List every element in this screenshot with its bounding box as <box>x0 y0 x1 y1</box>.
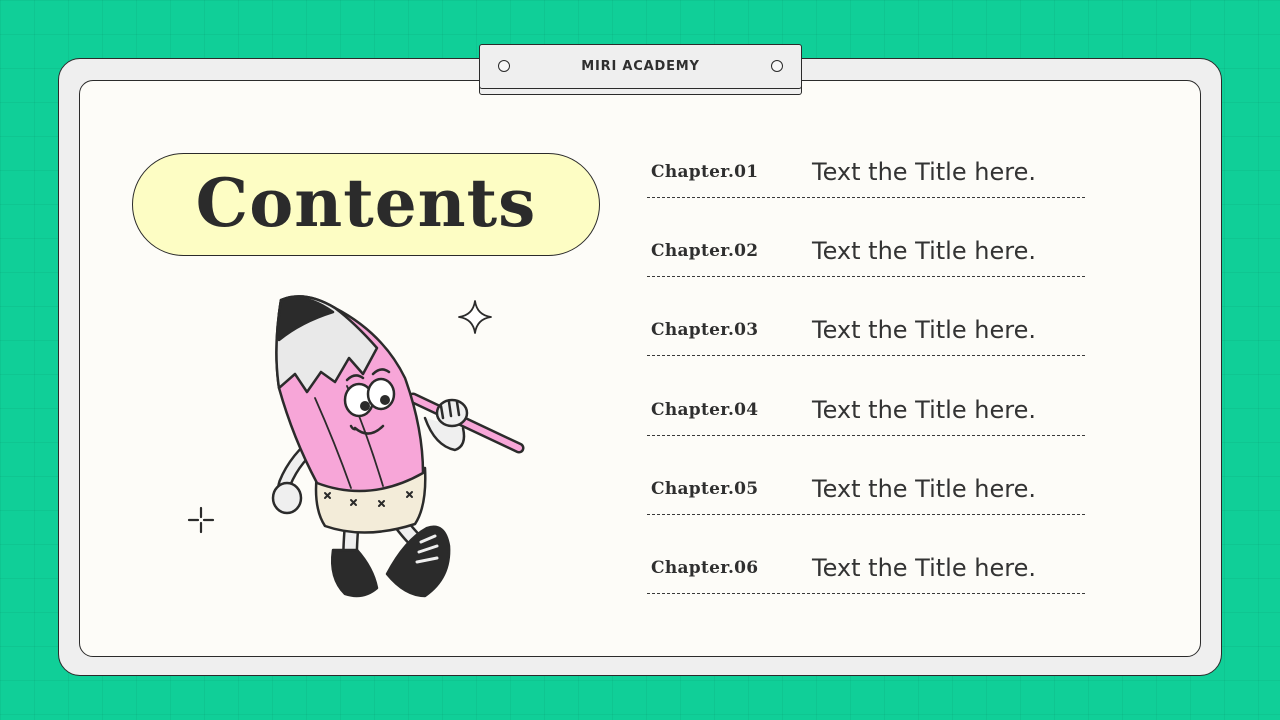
chapter-title: Text the Title here. <box>812 396 1036 424</box>
plus-sparkle-icon <box>187 506 215 534</box>
chapter-label: Chapter.02 <box>651 241 759 261</box>
binder-hole-right <box>771 60 783 72</box>
chapter-label: Chapter.06 <box>651 558 759 578</box>
pencil-mascot-illustration <box>271 295 525 598</box>
chapter-title: Text the Title here. <box>812 554 1036 582</box>
chapter-title: Text the Title here. <box>812 237 1036 265</box>
chapter-label: Chapter.05 <box>651 479 759 499</box>
sparkle-icon <box>458 300 492 334</box>
chapter-label: Chapter.03 <box>651 320 759 340</box>
chapter-row: Chapter.05 Text the Title here. <box>647 475 1085 515</box>
page-title: Contents <box>195 163 537 242</box>
chapter-row: Chapter.03 Text the Title here. <box>647 316 1085 356</box>
chapter-row: Chapter.04 Text the Title here. <box>647 396 1085 436</box>
chapter-row: Chapter.01 Text the Title here. <box>647 158 1085 198</box>
chapter-row: Chapter.06 Text the Title here. <box>647 554 1085 594</box>
chapter-title: Text the Title here. <box>812 475 1036 503</box>
binder-hole-left <box>498 60 510 72</box>
chapter-label: Chapter.01 <box>651 162 759 182</box>
header-tab: MIRI ACADEMY <box>479 44 802 89</box>
chapter-label: Chapter.04 <box>651 400 759 420</box>
chapter-row: Chapter.02 Text the Title here. <box>647 237 1085 277</box>
chapter-title: Text the Title here. <box>812 158 1036 186</box>
title-pill: Contents <box>132 153 600 256</box>
brand-label: MIRI ACADEMY <box>581 59 700 74</box>
chapter-title: Text the Title here. <box>812 316 1036 344</box>
